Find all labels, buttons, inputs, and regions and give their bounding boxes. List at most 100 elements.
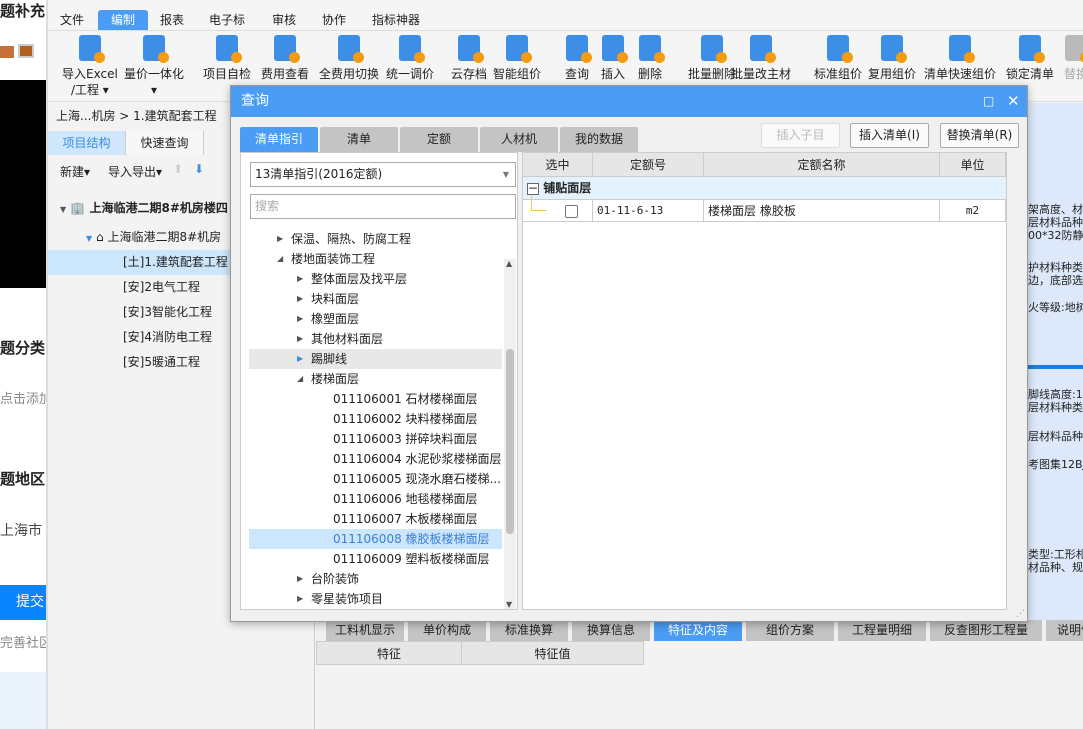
dialog-title[interactable]: 查询 □ ✕: [231, 86, 1027, 117]
tree-node[interactable]: ▶ 块料面层: [249, 289, 502, 309]
web-add-input[interactable]: 点击添加: [0, 388, 46, 407]
tab-labor-material[interactable]: 人材机: [480, 127, 558, 152]
replace-list-button[interactable]: 替换清单(R): [940, 123, 1019, 148]
tree-node[interactable]: ◢ 楼梯面层: [249, 369, 502, 389]
tree-node[interactable]: 011106007 木板楼梯面层: [249, 509, 502, 529]
col-name[interactable]: 定额名称: [704, 153, 940, 177]
tree-node[interactable]: ▶ 橡塑面层: [249, 309, 502, 329]
adjust-price-button[interactable]: 统一调价: [386, 35, 434, 82]
row-unit: m2: [940, 200, 1006, 222]
collapsed-arrow-icon[interactable]: ▶: [297, 349, 303, 369]
menu-file[interactable]: 文件: [54, 10, 90, 30]
collapsed-arrow-icon[interactable]: ▶: [297, 309, 303, 329]
standard-price-button[interactable]: 标准组价: [814, 35, 862, 82]
self-check-button[interactable]: 项目自检: [203, 35, 251, 82]
collapsed-arrow-icon[interactable]: ▶: [297, 269, 303, 289]
web-region-value[interactable]: 上海市: [0, 520, 42, 540]
right-fragment: 架高度、材 层材料品种 00*32防静: [1028, 203, 1083, 242]
tree-node[interactable]: ▶ 整体面层及找平层: [249, 269, 502, 289]
delete-button[interactable]: 删除: [638, 35, 665, 82]
view-cost-button[interactable]: 费用查看: [261, 35, 309, 82]
expanded-arrow-icon[interactable]: ◢: [277, 249, 283, 269]
query-button[interactable]: 查询: [565, 35, 592, 82]
reuse-price-button[interactable]: 复用组价: [868, 35, 916, 82]
tree-node[interactable]: 011106003 拼碎块料面层: [249, 429, 502, 449]
tab-list[interactable]: 清单: [320, 127, 398, 152]
collapsed-arrow-icon[interactable]: ▶: [297, 569, 303, 589]
tab-quota[interactable]: 定额: [400, 127, 478, 152]
tree-node[interactable]: ◢ 楼地面装饰工程: [249, 249, 502, 269]
menu-audit[interactable]: 审核: [266, 10, 302, 30]
tab-project-structure[interactable]: 项目结构: [48, 131, 126, 155]
import-export-button[interactable]: 导入导出▾: [108, 163, 162, 180]
batch-main-material-button[interactable]: 批量改主材: [731, 35, 791, 82]
menu-etender[interactable]: 电子标: [203, 10, 251, 30]
tab-pricing-plan[interactable]: 组价方案: [746, 620, 836, 641]
menu-edit[interactable]: 编制: [98, 10, 148, 30]
feature-column-header[interactable]: 特征: [316, 641, 462, 665]
tab-features[interactable]: 特征及内容: [654, 620, 744, 641]
tab-quick-query[interactable]: 快速查询: [126, 131, 204, 155]
tree-node[interactable]: 011106002 块料楼梯面层: [249, 409, 502, 429]
col-unit[interactable]: 单位: [940, 153, 1006, 177]
insert-child-button[interactable]: 插入子目: [761, 123, 840, 148]
insert-list-button[interactable]: 插入清单(I): [850, 123, 929, 148]
quantity-price-button[interactable]: 量价一体化 ▾: [124, 35, 184, 98]
row-checkbox-cell[interactable]: [523, 196, 593, 222]
collapsed-arrow-icon[interactable]: ▶: [297, 589, 303, 609]
tab-graphic-quantity[interactable]: 反查图形工程量: [930, 620, 1044, 641]
quick-price-button[interactable]: 清单快速组价: [924, 35, 996, 82]
tree-node[interactable]: 011106009 塑料板楼梯面层: [249, 549, 502, 569]
tab-conversion-info[interactable]: 换算信息: [572, 620, 652, 641]
tab-standard-conversion[interactable]: 标准换算: [490, 620, 570, 641]
lock-list-button[interactable]: 锁定清单: [1006, 35, 1054, 82]
guide-select[interactable]: 13清单指引(2016定额) ▼: [250, 162, 516, 187]
close-icon[interactable]: ✕: [1007, 86, 1020, 117]
col-select[interactable]: 选中: [523, 153, 593, 177]
move-down-icon[interactable]: ⬇: [194, 162, 204, 176]
tree-node[interactable]: 011106004 水泥砂浆楼梯面层: [249, 449, 502, 469]
move-up-icon[interactable]: ⬆: [173, 162, 183, 176]
resize-grip-icon[interactable]: ⋰: [1016, 609, 1025, 619]
scrollbar[interactable]: ▲ ▼: [504, 259, 516, 609]
checkbox[interactable]: [565, 204, 578, 218]
collapsed-arrow-icon[interactable]: ▶: [297, 329, 303, 349]
col-code[interactable]: 定额号: [593, 153, 704, 177]
collapsed-arrow-icon[interactable]: ▶: [297, 289, 303, 309]
menu-index[interactable]: 指标神器: [366, 10, 426, 30]
search-input[interactable]: 搜索: [250, 194, 516, 219]
insert-button[interactable]: 插入: [601, 35, 628, 82]
tab-description[interactable]: 说明信: [1046, 620, 1083, 641]
tree-node[interactable]: ▶ 零星装饰项目: [249, 589, 502, 609]
tree-node[interactable]: ▶ 其他材料面层: [249, 329, 502, 349]
replace-button[interactable]: 替换: [1064, 35, 1083, 82]
tree-node[interactable]: 011106001 石材楼梯面层: [249, 389, 502, 409]
collapsed-arrow-icon[interactable]: ▶: [277, 229, 283, 249]
new-button[interactable]: 新建▾: [60, 163, 90, 180]
tab-unit-price[interactable]: 单价构成: [408, 620, 488, 641]
tree-node[interactable]: ▶ 踢脚线: [249, 349, 502, 369]
group-row[interactable]: − 铺贴面层: [523, 177, 1006, 200]
tab-material-display[interactable]: 工料机显示: [326, 620, 406, 641]
batch-delete-button[interactable]: 批量删除: [688, 35, 736, 82]
web-submit-button[interactable]: 提交: [0, 585, 46, 620]
collapsed-arrow-icon[interactable]: ▶: [277, 609, 283, 610]
menu-report[interactable]: 报表: [154, 10, 190, 30]
tab-my-data[interactable]: 我的数据: [560, 127, 638, 152]
tree-node[interactable]: ▶ 保温、隔热、防腐工程: [249, 229, 502, 249]
tab-list-guide[interactable]: 清单指引: [240, 127, 318, 152]
maximize-icon[interactable]: □: [983, 86, 994, 117]
tree-node[interactable]: 011106008 橡胶板楼梯面层: [249, 529, 502, 549]
tree-node[interactable]: 011106006 地毯楼梯面层: [249, 489, 502, 509]
full-cost-switch-button[interactable]: 全费用切换: [319, 35, 379, 82]
tab-quantity-detail[interactable]: 工程量明细: [838, 620, 928, 641]
menu-collab[interactable]: 协作: [316, 10, 352, 30]
tree-node[interactable]: ▶ 墙、柱面装饰与隔断、幕墙工程: [249, 609, 502, 610]
feature-value-column-header[interactable]: 特征值: [461, 641, 644, 665]
cloud-save-button[interactable]: 云存档: [451, 35, 487, 82]
smart-price-button[interactable]: 智能组价: [493, 35, 541, 82]
tree-node[interactable]: 011106005 现浇水磨石楼梯...: [249, 469, 502, 489]
import-excel-button[interactable]: 导入Excel/工程 ▾: [62, 35, 118, 98]
tree-node[interactable]: ▶ 台阶装饰: [249, 569, 502, 589]
expanded-arrow-icon[interactable]: ◢: [297, 369, 303, 389]
